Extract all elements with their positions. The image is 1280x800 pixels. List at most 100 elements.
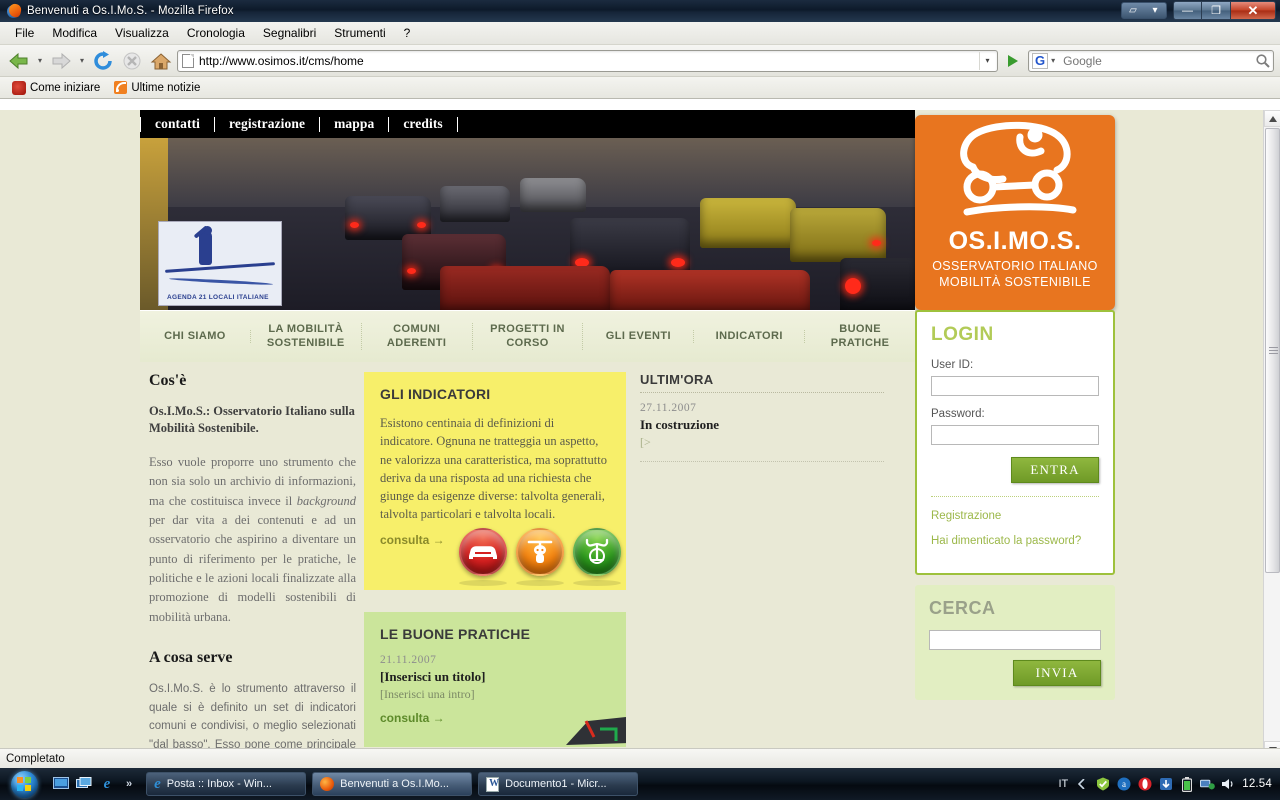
menu-item-modifica[interactable]: Modifica [43, 24, 106, 42]
update-icon[interactable] [1158, 777, 1173, 792]
google-icon[interactable]: G [1032, 52, 1049, 69]
nav-tab-la-mobilita-sostenibile[interactable]: LA MOBILITÀ SOSTENIBILE [251, 322, 362, 351]
volume-icon[interactable] [1221, 777, 1236, 792]
search-engine-dropdown-icon[interactable]: ▾ [1048, 56, 1058, 65]
task-button-documento1-word[interactable]: Documento1 - Micr... [478, 772, 639, 796]
site-search-submit-button[interactable]: INVIA [1013, 659, 1101, 686]
address-bar[interactable]: ▾ [177, 49, 998, 72]
language-indicator[interactable]: IT [1058, 778, 1068, 790]
nav-tab-comuni-aderenti[interactable]: COMUNI ADERENTI [362, 322, 473, 351]
url-input[interactable] [199, 53, 979, 68]
scooter-icon[interactable] [516, 528, 564, 576]
agenda21-badge: AGENDA 21 LOCALI ITALIANE [158, 221, 282, 306]
network-icon[interactable] [1200, 777, 1216, 792]
home-button[interactable] [148, 48, 174, 74]
opera-icon[interactable] [1137, 777, 1152, 792]
site-search-input[interactable] [929, 629, 1101, 650]
site-logo[interactable]: OS.I.MO.S. OSSERVATORIO ITALIANO MOBILITÀ… [915, 115, 1115, 310]
word-icon [486, 776, 500, 792]
status-bar: Completato [0, 748, 1280, 768]
windows-logo-icon [10, 770, 38, 798]
search-input[interactable] [1058, 53, 1255, 68]
menu-item-help[interactable]: ? [395, 24, 420, 42]
menu-item-segnalibri[interactable]: Segnalibri [254, 24, 325, 42]
forgot-password-link[interactable]: Hai dimenticato la password? [931, 533, 1099, 550]
back-dropdown-icon[interactable]: ▾ [35, 56, 45, 65]
card-le-buone-pratiche[interactable]: LE BUONE PRATICHE 21.11.2007 [Inserisci … [364, 612, 626, 747]
avg-icon[interactable]: a [1116, 777, 1131, 792]
restore-group-icon[interactable]: ▱ [1122, 3, 1144, 18]
topnav-item-credits[interactable]: credits [389, 116, 456, 132]
forward-dropdown-icon[interactable]: ▾ [77, 56, 87, 65]
task-label: Documento1 - Micr... [505, 778, 607, 790]
task-buttons: e Posta :: Inbox - Win... Benvenuti a Os… [138, 772, 639, 796]
windows-taskbar: e » e Posta :: Inbox - Win... Benvenuti … [0, 768, 1280, 800]
search-icon[interactable] [1255, 53, 1271, 69]
window-controls: ▱ ▾ — ❐ ✕ [1121, 1, 1278, 20]
osimos-car-mark-icon [915, 115, 1115, 227]
topnav-item-contatti[interactable]: contatti [141, 116, 214, 132]
icon-shadows [459, 580, 621, 586]
overflow-chevron-icon[interactable]: » [120, 778, 138, 790]
forward-button[interactable] [48, 48, 74, 74]
bookmark-ultime-notizie[interactable]: Ultime notizie [110, 80, 204, 95]
menu-item-file[interactable]: File [6, 24, 43, 42]
firefox-window: Benvenuti a Os.I.Mo.S. - Mozilla Firefox… [0, 0, 1280, 768]
menu-item-cronologia[interactable]: Cronologia [178, 24, 254, 42]
scrollbar-thumb[interactable] [1265, 128, 1280, 573]
security-shield-icon[interactable] [1095, 777, 1110, 792]
nav-tab-gli-eventi[interactable]: GLI EVENTI [583, 329, 695, 344]
car-icon[interactable] [459, 528, 507, 576]
aero-snap-group[interactable]: ▱ ▾ [1121, 2, 1167, 19]
nav-tab-indicatori[interactable]: INDICATORI [694, 329, 806, 344]
navigation-toolbar: ▾ ▾ ▾ G ▾ [0, 45, 1280, 77]
search-bar[interactable]: G ▾ [1028, 49, 1274, 72]
pratiche-thumbnail [566, 717, 626, 745]
battery-icon[interactable] [1179, 776, 1194, 792]
task-button-osimos-firefox[interactable]: Benvenuti a Os.I.Mo... [312, 772, 473, 796]
back-button[interactable] [6, 48, 32, 74]
consulta-link-indicatori[interactable]: consulta → [380, 533, 445, 547]
card-gli-indicatori[interactable]: GLI INDICATORI Esistono centinaia di def… [364, 372, 626, 590]
chevron-down-icon[interactable]: ▾ [1144, 3, 1166, 18]
bookmark-come-iniziare[interactable]: Come iniziare [8, 80, 104, 96]
switch-windows-icon[interactable] [74, 774, 94, 794]
internet-explorer-icon[interactable]: e [97, 774, 117, 794]
nav-tab-chi-siamo[interactable]: CHI SIAMO [140, 329, 251, 344]
topnav-item-registrazione[interactable]: registrazione [215, 116, 319, 132]
pratiche-date: 21.11.2007 [380, 654, 437, 666]
rss-icon [114, 81, 128, 94]
start-button[interactable] [2, 769, 46, 799]
go-button[interactable] [1001, 49, 1025, 73]
close-button[interactable]: ✕ [1231, 1, 1276, 20]
url-dropdown-icon[interactable]: ▾ [979, 51, 995, 70]
password-input[interactable] [931, 425, 1099, 445]
show-desktop-icon[interactable] [51, 774, 71, 794]
bookmark-label: Ultime notizie [131, 81, 201, 94]
consulta-link-pratiche[interactable]: consulta → [380, 711, 445, 725]
userid-input[interactable] [931, 376, 1099, 396]
web-page: contatti registrazione mappa credits AGE… [0, 110, 1263, 758]
nav-tab-progetti-in-corso[interactable]: PROGETTI IN CORSO [473, 322, 584, 351]
menu-item-strumenti[interactable]: Strumenti [325, 24, 394, 42]
topnav-item-mappa[interactable]: mappa [320, 116, 388, 132]
taskbar-clock[interactable]: 12.54 [1242, 778, 1272, 790]
hero-banner-image: AGENDA 21 LOCALI ITALIANE [140, 138, 915, 310]
site-mainnav: CHI SIAMO LA MOBILITÀ SOSTENIBILE COMUNI… [140, 310, 915, 362]
reload-button[interactable] [90, 48, 116, 74]
scroll-up-arrow-icon[interactable] [1264, 110, 1280, 127]
page-icon [182, 53, 194, 68]
registrazione-link[interactable]: Registrazione [931, 508, 1099, 525]
ultimora-more-link[interactable]: [> [640, 435, 651, 449]
chevron-left-icon[interactable] [1074, 777, 1089, 792]
maximize-button[interactable]: ❐ [1202, 1, 1231, 20]
login-divider [931, 496, 1099, 497]
menu-item-visualizza[interactable]: Visualizza [106, 24, 178, 42]
task-button-posta-inbox[interactable]: e Posta :: Inbox - Win... [146, 772, 307, 796]
nav-tab-buone-pratiche[interactable]: BUONE PRATICHE [805, 323, 915, 351]
vertical-scrollbar[interactable] [1263, 110, 1280, 758]
login-submit-button[interactable]: ENTRA [1011, 457, 1099, 483]
agenda21-caption: AGENDA 21 LOCALI ITALIANE [167, 294, 269, 301]
minimize-button[interactable]: — [1173, 1, 1202, 20]
bicycle-icon[interactable] [573, 528, 621, 576]
